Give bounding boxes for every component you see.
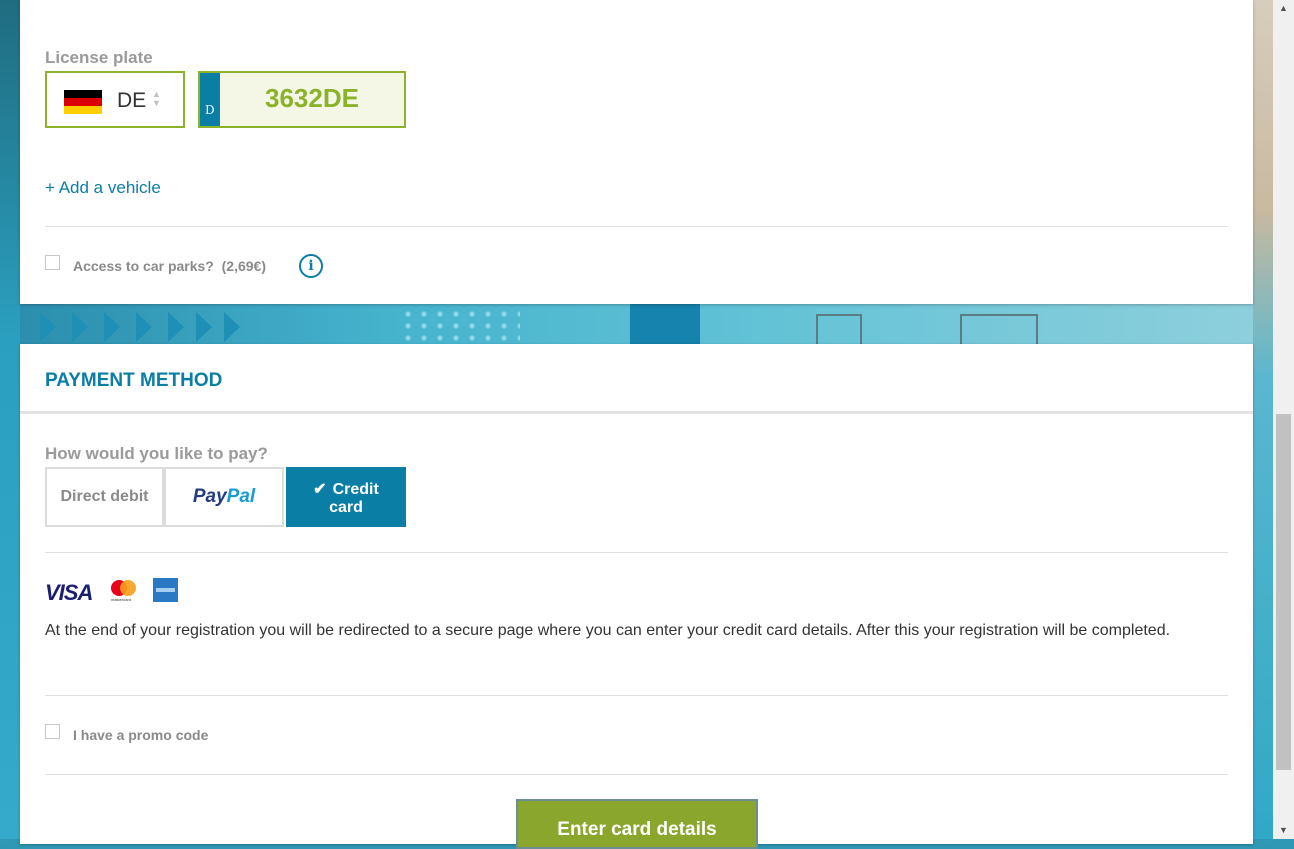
mastercard-text: mastercard	[111, 597, 132, 602]
divider	[45, 226, 1228, 227]
payment-option-direct-debit[interactable]: Direct debit	[45, 467, 164, 527]
background-right	[1253, 0, 1273, 839]
divider	[45, 774, 1228, 775]
scroll-down-icon[interactable]: ▼	[1273, 822, 1294, 839]
mastercard-logo: mastercard	[111, 580, 137, 604]
background-band	[20, 304, 1253, 344]
divider	[45, 695, 1228, 696]
scroll-up-icon[interactable]: ▲	[1273, 0, 1294, 17]
car-park-access-label: Access to car parks? (2,69€)	[73, 258, 266, 274]
germany-flag-icon	[64, 90, 102, 114]
add-vehicle-link[interactable]: + Add a vehicle	[45, 178, 161, 198]
payment-option-paypal[interactable]: PayPal	[164, 467, 284, 527]
redirect-notice: At the end of your registration you will…	[45, 622, 1171, 639]
plate-prefix: D	[205, 103, 215, 117]
promo-code-label: I have a promo code	[73, 727, 209, 743]
scrollbar[interactable]: ▲ ▼	[1273, 0, 1294, 839]
info-icon[interactable]: i	[299, 254, 323, 278]
vehicle-card: License plate DE ▲ ▼ D 3632DE + Add a veh…	[20, 0, 1253, 304]
payment-question: How would you like to pay?	[45, 444, 268, 463]
background-left	[0, 0, 20, 839]
promo-code-checkbox[interactable]	[45, 724, 60, 739]
country-code: DE	[117, 89, 147, 112]
payment-option-credit-card[interactable]: ✔ Credit card	[286, 467, 406, 527]
car-park-access-checkbox[interactable]	[45, 255, 60, 270]
scroll-thumb[interactable]	[1276, 414, 1291, 770]
visa-logo: VISA	[45, 580, 93, 605]
checkmark-icon: ✔	[313, 481, 327, 498]
credit-card-label-line1: Credit	[332, 481, 379, 498]
section-title: PAYMENT METHOD	[45, 370, 223, 391]
select-arrows-icon: ▲ ▼	[152, 89, 161, 108]
enter-card-details-label: Enter card details	[557, 819, 717, 840]
car-park-access-price: (2,69€)	[221, 258, 266, 274]
license-plate-label: License plate	[45, 48, 153, 67]
credit-card-label-line2: card	[329, 499, 363, 516]
divider	[45, 552, 1228, 553]
plate-country-strip: D	[200, 73, 220, 126]
payment-card: PAYMENT METHOD How would you like to pay…	[20, 344, 1253, 849]
country-select[interactable]: DE ▲ ▼	[45, 71, 185, 128]
plate-number: 3632DE	[265, 83, 359, 113]
direct-debit-label: Direct debit	[60, 488, 149, 505]
paypal-logo-pal: Pal	[226, 486, 256, 507]
paypal-logo-pay: Pay	[192, 486, 227, 507]
paypal-logo: PayPal	[166, 486, 282, 508]
amex-logo	[153, 578, 178, 602]
section-divider	[20, 411, 1253, 414]
enter-card-details-button[interactable]: Enter card details	[516, 799, 758, 849]
car-park-access-text: Access to car parks?	[73, 258, 214, 274]
license-plate-input[interactable]: D 3632DE	[198, 71, 406, 128]
